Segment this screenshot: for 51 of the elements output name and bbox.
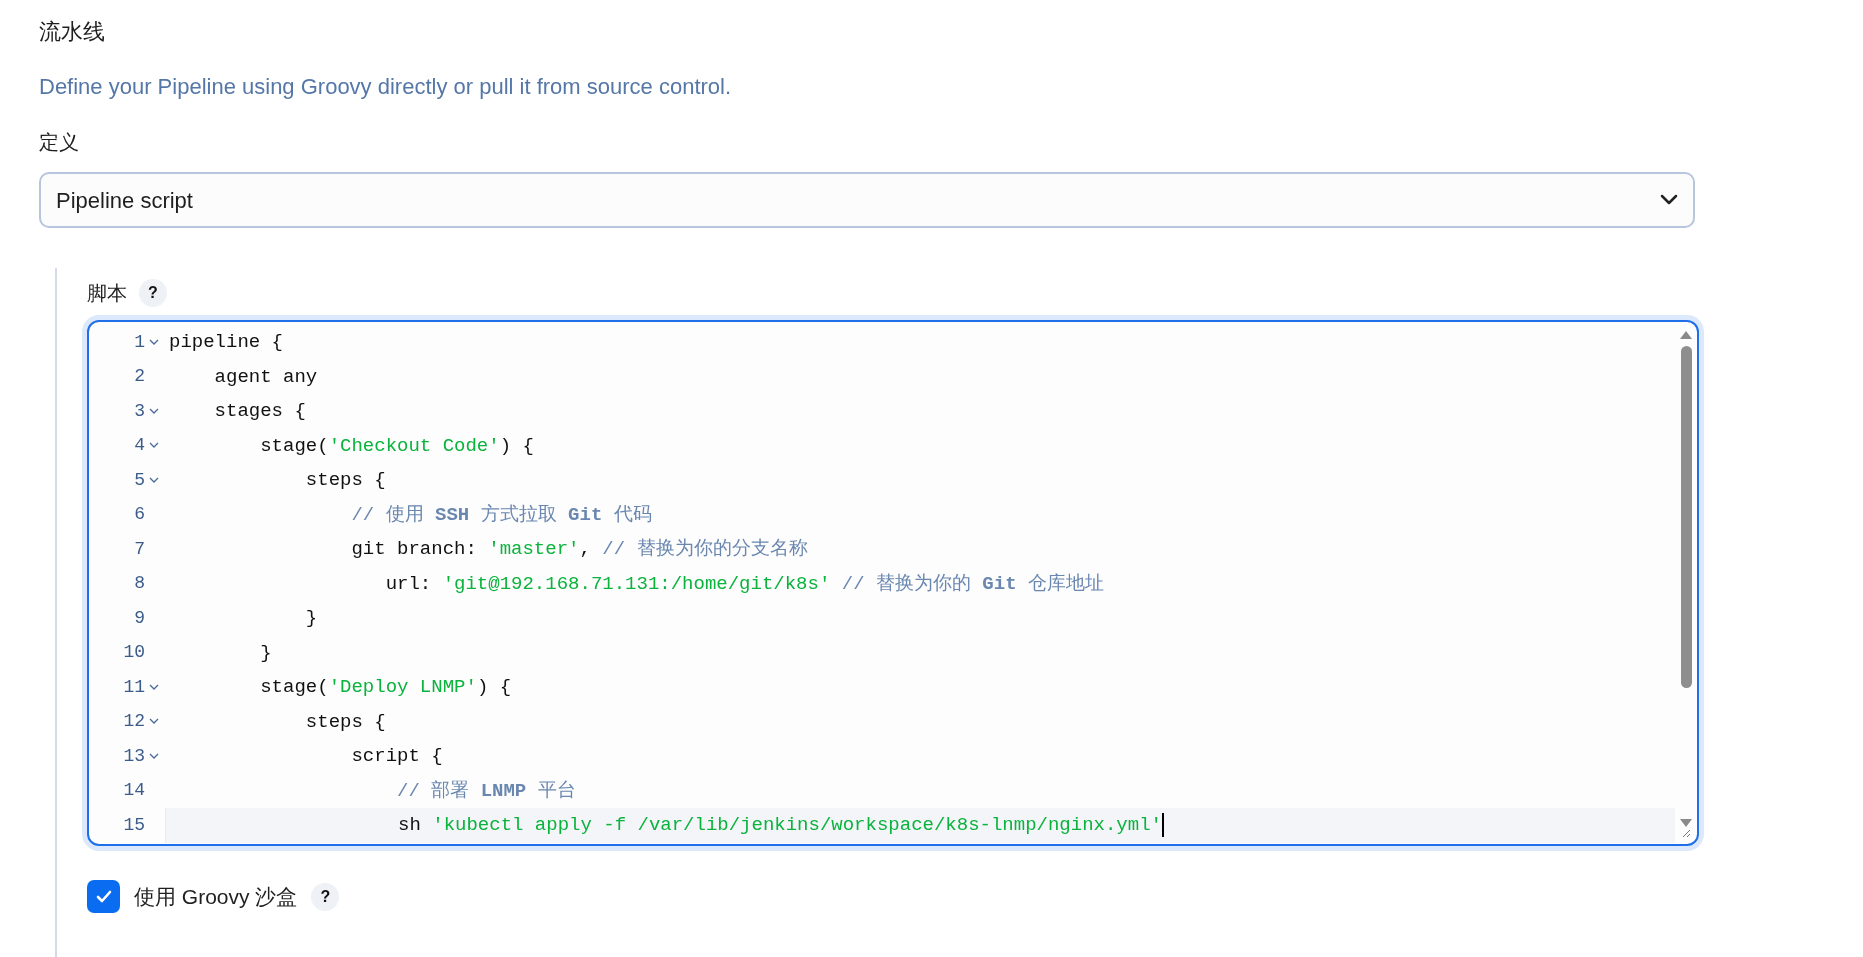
- code-line: }: [259, 640, 273, 666]
- fold-caret-icon[interactable]: [149, 476, 159, 484]
- resize-handle-icon[interactable]: [1681, 828, 1691, 838]
- code-line: // 部署 LNMP 平台: [396, 778, 577, 804]
- scroll-down-icon[interactable]: [1679, 818, 1693, 828]
- line-number: 7: [133, 537, 145, 561]
- scroll-up-icon[interactable]: [1679, 330, 1693, 340]
- fold-caret-icon[interactable]: [149, 683, 159, 691]
- line-number: 15: [122, 813, 145, 837]
- fold-caret-icon[interactable]: [149, 407, 159, 415]
- line-number: 5: [133, 468, 145, 492]
- code-line: url: 'git@192.168.71.131:/home/git/k8s' // 替换为你的 Git 仓库地址: [384, 571, 1105, 597]
- help-button[interactable]: ?: [139, 279, 167, 307]
- script-label: 脚本: [87, 281, 127, 306]
- line-number: 13: [122, 744, 145, 768]
- section-description: Define your Pipeline using Groovy directly or pull it from source control.: [39, 73, 733, 101]
- chevron-down-icon: [1660, 194, 1678, 206]
- fold-caret-icon[interactable]: [149, 752, 159, 760]
- line-number: 6: [133, 503, 145, 527]
- line-number: 1: [133, 330, 145, 354]
- code-line: steps {: [304, 709, 387, 735]
- code-line: // 使用 SSH 方式拉取 Git 代码: [350, 502, 653, 528]
- line-number: 12: [122, 710, 145, 734]
- line-number: 14: [122, 779, 145, 803]
- fold-caret-icon[interactable]: [149, 442, 159, 450]
- checkmark-icon: [95, 890, 112, 903]
- section-title: 流水线: [39, 18, 106, 46]
- code-line: pipeline {: [168, 330, 285, 355]
- line-number: 2: [133, 365, 145, 389]
- line-number: 3: [133, 399, 145, 423]
- code-line: stages {: [213, 399, 307, 424]
- help-button[interactable]: ?: [311, 882, 340, 911]
- fold-caret-icon[interactable]: [149, 338, 159, 346]
- code-line: git branch: 'master', // 替换为你的分支名称: [350, 537, 809, 562]
- definition-label: 定义: [39, 130, 80, 155]
- code-line: stage('Checkout Code') {: [259, 433, 535, 459]
- definition-select[interactable]: Pipeline script: [39, 172, 1695, 228]
- code-line: script {: [350, 744, 444, 769]
- code-line: agent any: [213, 364, 319, 390]
- line-number: 8: [133, 572, 145, 596]
- line-number: 4: [133, 434, 145, 458]
- code-line: }: [304, 606, 319, 631]
- line-number: 9: [133, 606, 145, 630]
- scrollbar-thumb[interactable]: [1680, 346, 1692, 688]
- code-line: steps {: [304, 468, 387, 493]
- line-number: 11: [122, 675, 145, 699]
- code-line: stage('Deploy LNMP') {: [259, 675, 513, 700]
- checkbox[interactable]: [87, 880, 120, 913]
- line-number: 10: [122, 641, 145, 665]
- checkbox-label: 使用 Groovy 沙盒: [134, 883, 298, 910]
- fold-caret-icon[interactable]: [149, 718, 159, 726]
